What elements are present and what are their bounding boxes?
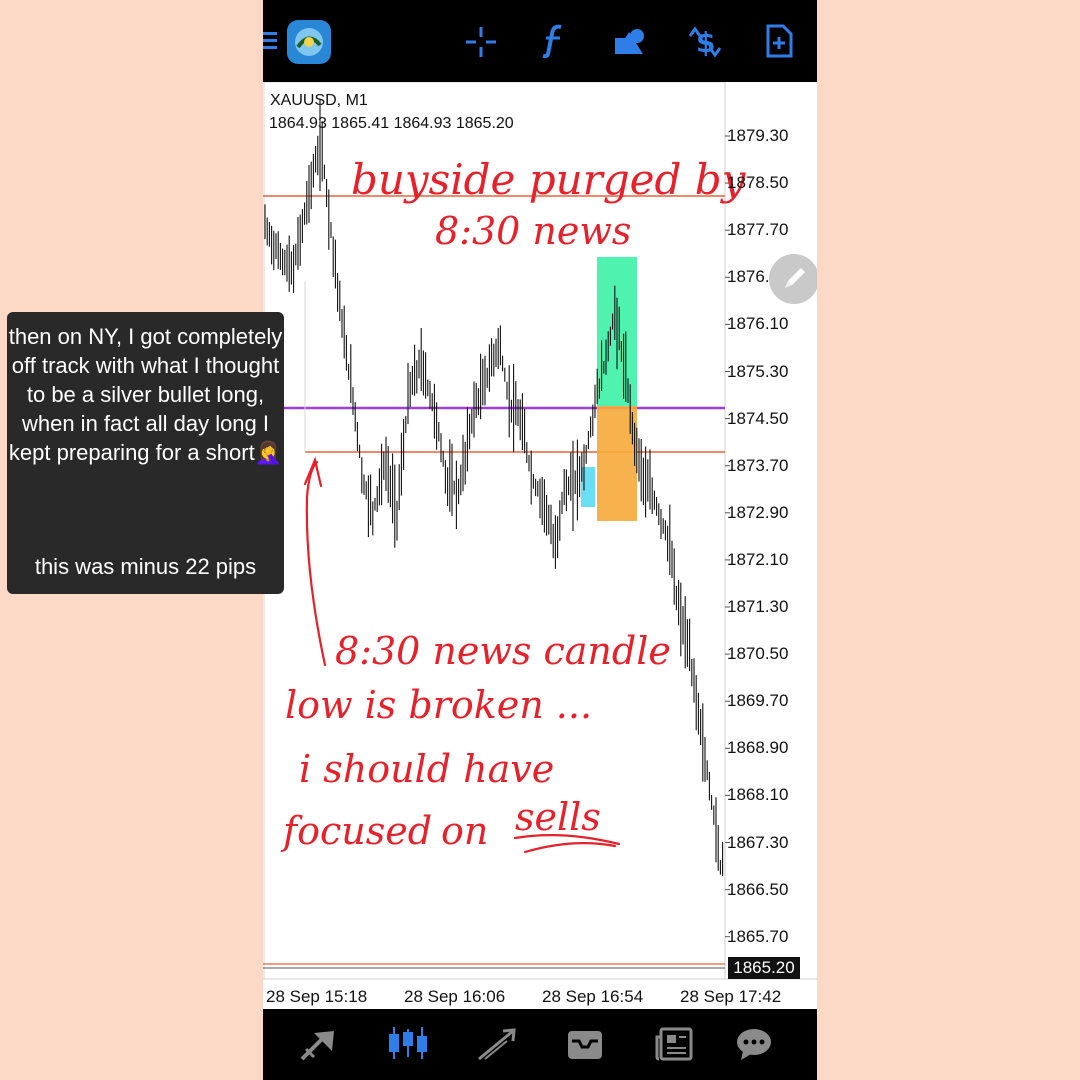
price-tick-label: 1873.70 — [727, 455, 789, 475]
edit-drawing-button[interactable] — [769, 254, 817, 304]
annotation-buyside: buyside purged by — [351, 155, 747, 204]
annotation-news: 8:30 news — [435, 209, 631, 253]
price-tick-label: 1872.10 — [727, 549, 789, 569]
time-tick-label: 28 Sep 15:18 — [266, 987, 368, 1006]
loss-zone — [597, 406, 637, 521]
price-tick-label: 1872.90 — [727, 502, 789, 522]
history-icon[interactable] — [566, 1027, 604, 1061]
quotes-icon[interactable] — [300, 1027, 338, 1061]
crosshair-icon[interactable] — [465, 26, 497, 58]
chart-area[interactable]: buyside purged by 8:30 news 8:30 news ca… — [263, 82, 817, 1009]
messages-icon[interactable] — [735, 1027, 773, 1061]
news-icon[interactable] — [655, 1027, 693, 1061]
annotation-low-broken: low is broken ... — [285, 683, 592, 727]
price-tick-label: 1865.70 — [727, 926, 789, 946]
chart-icon[interactable] — [387, 1025, 429, 1061]
metatrader-logo-icon[interactable] — [286, 19, 332, 65]
time-tick-label: 28 Sep 16:54 — [542, 987, 644, 1006]
time-tick-label: 28 Sep 17:42 — [680, 987, 782, 1006]
bottom-navigation — [263, 1009, 817, 1080]
pencil-icon — [785, 268, 805, 288]
annotation-arrow — [305, 460, 327, 667]
price-tick-label: 1877.70 — [727, 220, 789, 240]
price-tick-label: 1874.50 — [727, 408, 789, 428]
price-tick-label: 1879.30 — [727, 126, 789, 145]
caption-text: then on NY, I got completely off track w… — [8, 324, 283, 465]
trade-icon[interactable]: $ — [687, 24, 723, 58]
entry-marker — [581, 467, 595, 507]
caption-result: this was minus 22 pips — [34, 554, 257, 579]
menu-icon[interactable] — [263, 30, 279, 52]
price-tick-label: 1866.50 — [727, 879, 789, 899]
ohlc-values: 1864.93 1865.41 1864.93 1865.20 — [269, 115, 514, 132]
indicators-icon[interactable] — [541, 24, 567, 58]
price-tick-label: 1867.30 — [727, 832, 789, 852]
top-toolbar: $ — [263, 0, 817, 82]
annotation-should-have: i should have — [299, 747, 554, 791]
price-tick-label: 1875.30 — [727, 361, 789, 381]
annotation-sells: sells — [515, 795, 601, 839]
new-order-icon[interactable] — [765, 24, 793, 58]
price-tick-label: 1868.10 — [727, 785, 789, 805]
current-price-badge: 1865.20 — [728, 957, 800, 979]
symbol-label: XAUUSD, M1 — [270, 92, 368, 109]
price-tick-label: 1876.10 — [727, 314, 789, 334]
price-tick-label: 1869.70 — [727, 691, 789, 711]
price-tick-label: 1870.50 — [727, 644, 789, 664]
objects-icon[interactable] — [613, 26, 647, 56]
story-caption: then on NY, I got completely off track w… — [7, 312, 284, 594]
price-tick-label: 1868.90 — [727, 738, 789, 758]
phone-screen: $ buyside purged by 8:30 news 8:30 news … — [263, 0, 817, 1080]
time-tick-label: 28 Sep 16:06 — [404, 987, 506, 1006]
annotation-on: on — [441, 809, 488, 853]
price-tick-label: 1871.30 — [727, 597, 789, 616]
price-tick-label: 1878.50 — [727, 173, 789, 193]
annotation-candle: 8:30 news candle — [335, 629, 671, 673]
annotation-focused: focused — [280, 809, 432, 853]
trade-nav-icon[interactable] — [477, 1027, 517, 1061]
